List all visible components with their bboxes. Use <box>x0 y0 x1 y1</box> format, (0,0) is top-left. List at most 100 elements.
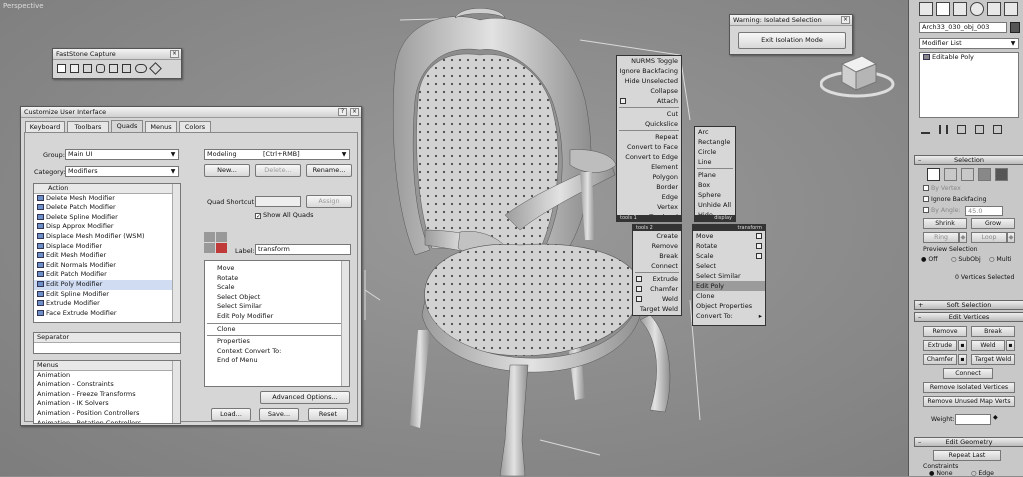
capture-freehand-icon[interactable] <box>96 64 105 73</box>
perspective-viewport[interactable]: Perspective FastStone Capture × Warning:… <box>0 0 908 476</box>
quad-bottom-right[interactable] <box>216 243 227 253</box>
close-icon[interactable]: × <box>841 16 850 24</box>
quad-item-scale[interactable]: Scale <box>205 283 349 293</box>
capture-window-icon[interactable] <box>57 64 66 73</box>
angle-field[interactable]: 45.0 <box>965 206 1003 216</box>
quad-cmd-box[interactable]: Box <box>695 180 735 190</box>
action-edit-normals-modifier[interactable]: Edit Normals Modifier <box>34 261 180 271</box>
settings-box-icon[interactable] <box>636 286 642 292</box>
close-icon[interactable]: × <box>350 108 359 116</box>
stack-toolbar[interactable] <box>921 125 1002 134</box>
quad-cmd-target-weld[interactable]: Target Weld <box>633 304 681 314</box>
settings-box-icon[interactable] <box>756 233 762 239</box>
quad-cmd-edit-poly[interactable]: Edit Poly <box>693 281 765 291</box>
modify-tab-icon[interactable] <box>936 2 950 16</box>
weld-settings-button[interactable]: ▪ <box>1006 340 1015 351</box>
quad-cmd-convert-to-edge[interactable]: Convert to Edge <box>617 152 681 162</box>
grow-button[interactable]: Grow <box>971 218 1015 229</box>
remove-isolated-vertices-button[interactable]: Remove Isolated Vertices <box>923 382 1015 393</box>
group-dropdown[interactable]: Main UI ▼ <box>65 149 179 160</box>
menu-animation-constraints[interactable]: Animation - Constraints <box>34 380 180 390</box>
modifier-stack-item[interactable]: Editable Poly <box>920 53 1018 63</box>
quad-cmd-extrude[interactable]: Extrude <box>633 274 681 284</box>
quad-items-list[interactable]: Move Rotate Scale Select Object Select Simil… <box>204 260 350 387</box>
quad-item-move[interactable]: Move <box>205 264 349 274</box>
customize-ui-title-bar[interactable]: Customize User Interface ? × <box>21 107 361 118</box>
ring-spinner[interactable]: ◆ <box>959 232 967 243</box>
chevron-down-icon[interactable]: ▼ <box>169 151 177 159</box>
extrude-button[interactable]: Extrude <box>923 340 957 351</box>
quad-cmd-plane[interactable]: Plane <box>695 170 735 180</box>
ignore-backfacing-checkbox[interactable]: Ignore Backfacing <box>923 196 987 203</box>
quad-top-right-menu[interactable]: Arc Rectangle Circle Line Plane Box Sphere Unhi… <box>694 126 736 222</box>
separator-header[interactable]: Separator <box>34 333 180 343</box>
modifier-list-dropdown[interactable]: Modifier List ▼ <box>919 38 1019 49</box>
remove-unused-map-verts-button[interactable]: Remove Unused Map Verts <box>923 396 1015 407</box>
capture-rect-icon[interactable] <box>83 64 92 73</box>
shrink-button[interactable]: Shrink <box>923 218 967 229</box>
quad-item-end-of-menu[interactable]: End of Menu <box>205 356 349 366</box>
quad-cmd-connect[interactable]: Connect <box>633 261 681 271</box>
chevron-down-icon[interactable]: ▼ <box>340 151 348 159</box>
menu-animation[interactable]: Animation <box>34 371 180 381</box>
object-color-swatch[interactable] <box>1010 22 1020 33</box>
assign-button[interactable]: Assign <box>306 195 352 208</box>
utilities-tab-icon[interactable] <box>1004 2 1018 16</box>
preview-off-radio[interactable]: ● Off <box>921 256 938 263</box>
menu-animation-ik-solvers[interactable]: Animation - IK Solvers <box>34 399 180 409</box>
quad-bottom-left[interactable] <box>204 243 215 253</box>
separator-list[interactable]: Separator <box>33 332 181 354</box>
quad-cmd-select-similar[interactable]: Select Similar <box>693 271 765 281</box>
quad-cmd-arc[interactable]: Arc <box>695 127 735 137</box>
quad-cmd-unhide-all[interactable]: Unhide All <box>695 200 735 210</box>
quad-items-scrollbar[interactable] <box>341 261 349 386</box>
weld-button[interactable]: Weld <box>971 340 1005 351</box>
label-field[interactable]: transform <box>255 244 351 255</box>
settings-box-icon[interactable] <box>756 253 762 259</box>
quad-cmd-create[interactable]: Create <box>633 231 681 241</box>
quad-cmd-line[interactable]: Line <box>695 157 735 167</box>
ring-button[interactable]: Ring <box>923 232 959 243</box>
target-weld-button[interactable]: Target Weld <box>971 354 1015 365</box>
advanced-options-button[interactable]: Advanced Options... <box>260 391 350 404</box>
preview-multi-radio[interactable]: ○ Multi <box>989 256 1012 263</box>
quad-cmd-clone[interactable]: Clone <box>693 291 765 301</box>
quad-cmd-hide-unselected[interactable]: Hide Unselected <box>617 76 681 86</box>
command-panel[interactable]: Arch33_030_obj_003 Modifier List ▼ Edita… <box>908 0 1023 477</box>
menus-list[interactable]: Menus Animation Animation - Constraints An… <box>33 360 181 424</box>
menu-animation-position-controllers[interactable]: Animation - Position Controllers <box>34 409 180 419</box>
isolated-selection-window[interactable]: Warning: Isolated Selection × Exit Isola… <box>729 14 853 55</box>
reset-button[interactable]: Reset <box>308 408 348 421</box>
help-icon[interactable]: ? <box>338 108 347 116</box>
motion-tab-icon[interactable] <box>970 2 984 16</box>
remove-button[interactable]: Remove <box>923 326 967 337</box>
quad-cmd-rotate[interactable]: Rotate <box>693 241 765 251</box>
checkbox-icon[interactable] <box>923 196 929 202</box>
configure-modifier-sets-icon[interactable] <box>993 125 1002 134</box>
soft-selection-rollout-header[interactable]: + Soft Selection <box>914 300 1023 310</box>
quad-cmd-polygon[interactable]: Polygon <box>617 172 681 182</box>
quad-item-rotate[interactable]: Rotate <box>205 274 349 284</box>
vertex-mode-icon[interactable] <box>927 168 940 181</box>
action-delete-mesh-modifier[interactable]: Delete Mesh Modifier <box>34 194 180 204</box>
quad-cmd-cut[interactable]: Cut <box>617 109 681 119</box>
faststone-title-bar[interactable]: FastStone Capture × <box>53 49 181 60</box>
quad-cmd-attach[interactable]: Attach <box>617 96 681 106</box>
polygon-mode-icon[interactable] <box>978 168 991 181</box>
quad-cmd-ignore-backfacing[interactable]: Ignore Backfacing <box>617 66 681 76</box>
hierarchy-tab-icon[interactable] <box>953 2 967 16</box>
capture-scroll-icon[interactable] <box>122 64 131 73</box>
checkbox-icon[interactable] <box>923 207 929 213</box>
modifier-stack[interactable]: Editable Poly <box>919 52 1019 118</box>
quad-bottom-left-menu[interactable]: tools 2 Create Remove Break Connect Extrude C… <box>632 224 682 316</box>
quad-cmd-weld[interactable]: Weld <box>633 294 681 304</box>
quad-cmd-convert-to-face[interactable]: Convert to Face <box>617 142 681 152</box>
load-button[interactable]: Load... <box>211 408 251 421</box>
settings-box-icon[interactable] <box>636 296 642 302</box>
checkbox-icon[interactable] <box>255 213 261 219</box>
settings-box-icon[interactable] <box>756 243 762 249</box>
by-vertex-checkbox[interactable]: By Vertex <box>923 185 961 192</box>
preview-subobj-radio[interactable]: ○ SubObj <box>951 256 981 263</box>
action-delete-spline-modifier[interactable]: Delete Spline Modifier <box>34 213 180 223</box>
quad-item-clone[interactable]: Clone <box>205 325 349 335</box>
